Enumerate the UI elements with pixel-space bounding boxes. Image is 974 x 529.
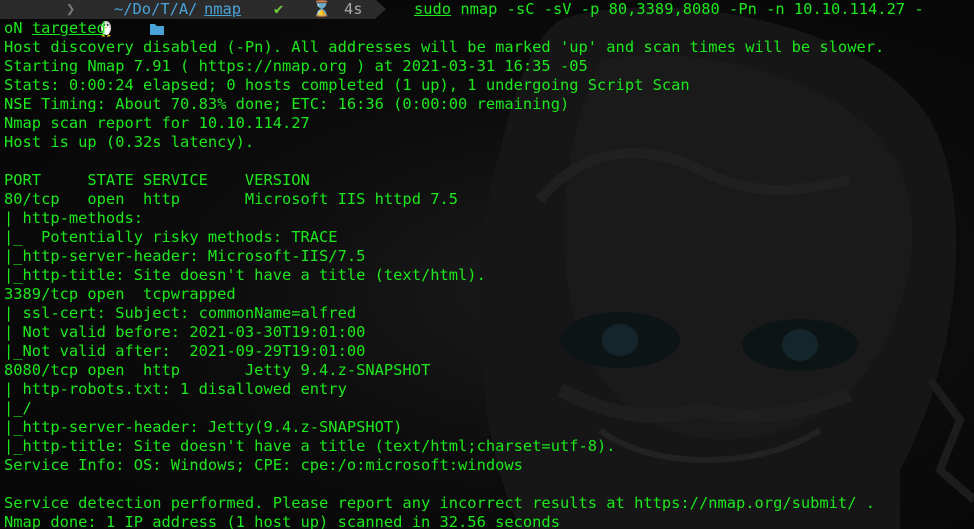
sudo-keyword: sudo <box>414 0 452 18</box>
output-line: | Not valid before: 2021-03-30T19:01:00 <box>4 323 884 342</box>
output-line-text: Host discovery disabled (-Pn). All addre… <box>4 38 885 56</box>
output-line-text: Service Info: OS: Windows; CPE: cpe:/o:m… <box>4 456 523 474</box>
output-line: | ssl-cert: Subject: commonName=alfred <box>4 304 884 323</box>
path-current-directory: nmap <box>204 0 242 18</box>
output-line: oN targeted <box>4 19 884 38</box>
output-line: NSE Timing: About 70.83% done; ETC: 16:3… <box>4 95 884 114</box>
prompt-end-arrow <box>376 0 386 18</box>
output-line: | http-methods: <box>4 209 884 228</box>
output-line-text: 8080/tcp open http Jetty 9.4.z-SNAPSHOT <box>4 361 431 379</box>
output-line: |_ Potentially risky methods: TRACE <box>4 228 884 247</box>
output-line-text: |_http-server-header: Jetty(9.4.z-SNAPSH… <box>4 418 403 436</box>
output-line: 80/tcp open http Microsoft IIS httpd 7.5 <box>4 190 884 209</box>
output-line: Host discovery disabled (-Pn). All addre… <box>4 38 884 57</box>
output-line-text: |_/ <box>4 399 32 417</box>
output-line: Service Info: OS: Windows; CPE: cpe:/o:m… <box>4 456 884 475</box>
output-filename: targeted <box>31 19 106 37</box>
output-line: 8080/tcp open http Jetty 9.4.z-SNAPSHOT <box>4 361 884 380</box>
output-line-text: |_http-title: Site doesn't have a title … <box>4 437 616 455</box>
output-line: Nmap done: 1 IP address (1 host up) scan… <box>4 513 884 529</box>
output-line-text: Nmap done: 1 IP address (1 host up) scan… <box>4 513 560 529</box>
output-line-text: | http-methods: <box>4 209 143 227</box>
output-line: 3389/tcp open tcpwrapped <box>4 285 884 304</box>
output-line: | http-robots.txt: 1 disallowed entry <box>4 380 884 399</box>
output-line-text: |_http-title: Site doesn't have a title … <box>4 266 486 284</box>
command-line[interactable]: sudo nmap -sC -sV -p 80,3389,8080 -Pn -n… <box>414 0 924 19</box>
output-line: Service detection performed. Please repo… <box>4 494 884 513</box>
output-line-text: |_ Potentially risky methods: TRACE <box>4 228 338 246</box>
separator-chevron-icon: ❯ <box>66 0 76 18</box>
hourglass-icon: ⌛ <box>312 0 332 18</box>
output-line: |_http-server-header: Microsoft-IIS/7.5 <box>4 247 884 266</box>
output-line: |_http-server-header: Jetty(9.4.z-SNAPSH… <box>4 418 884 437</box>
command-text: nmap -sC -sV -p 80,3389,8080 -Pn -n 10.1… <box>451 0 924 18</box>
terminal-output[interactable]: oN targeted Host discovery disabled (-Pn)… <box>4 19 884 529</box>
path-prefix: ~/Do/T/A/ <box>114 0 198 18</box>
command-duration: 4s <box>344 0 363 18</box>
output-line: |_Not valid after: 2021-09-29T19:01:00 <box>4 342 884 361</box>
output-line-text: | ssl-cert: Subject: commonName=alfred <box>4 304 357 322</box>
output-line-text: Starting Nmap 7.91 ( https://nmap.org ) … <box>4 57 588 75</box>
output-line: PORT STATE SERVICE VERSION <box>4 171 884 190</box>
output-line-text: Stats: 0:00:24 elapsed; 0 hosts complete… <box>4 76 690 94</box>
output-line: |_/ <box>4 399 884 418</box>
output-line-text: Service detection performed. Please repo… <box>4 494 875 512</box>
output-line: Stats: 0:00:24 elapsed; 0 hosts complete… <box>4 76 884 95</box>
output-line: Host is up (0.32s latency). <box>4 133 884 152</box>
output-line-text: NSE Timing: About 70.83% done; ETC: 16:3… <box>4 95 570 113</box>
output-line-text: |_http-server-header: Microsoft-IIS/7.5 <box>4 247 366 265</box>
output-line-text: | Not valid before: 2021-03-30T19:01:00 <box>4 323 366 341</box>
output-line-text: Nmap scan report for 10.10.114.27 <box>4 114 310 132</box>
output-line-text: oN <box>4 19 32 37</box>
output-line-text: PORT STATE SERVICE VERSION <box>4 171 310 189</box>
output-line: |_http-title: Site doesn't have a title … <box>4 437 884 456</box>
terminal-window[interactable]: ❯ ~/Do/T/A/ nmap ❯ ✔ ❯ ⌛ 4s sudo nmap -s… <box>0 0 974 529</box>
output-line-text: |_Not valid after: 2021-09-29T19:01:00 <box>4 342 366 360</box>
prompt-bar: ❯ ~/Do/T/A/ nmap ❯ ✔ ❯ ⌛ 4s sudo nmap -s… <box>0 0 974 37</box>
output-line-text: Host is up (0.32s latency). <box>4 133 255 151</box>
output-line-text: 3389/tcp open tcpwrapped <box>4 285 236 303</box>
check-icon: ✔ <box>274 0 284 18</box>
output-line: |_http-title: Site doesn't have a title … <box>4 266 884 285</box>
output-line: Starting Nmap 7.91 ( https://nmap.org ) … <box>4 57 884 76</box>
output-line-text: | http-robots.txt: 1 disallowed entry <box>4 380 347 398</box>
output-line: Nmap scan report for 10.10.114.27 <box>4 114 884 133</box>
output-line-text: 80/tcp open http Microsoft IIS httpd 7.5 <box>4 190 459 208</box>
